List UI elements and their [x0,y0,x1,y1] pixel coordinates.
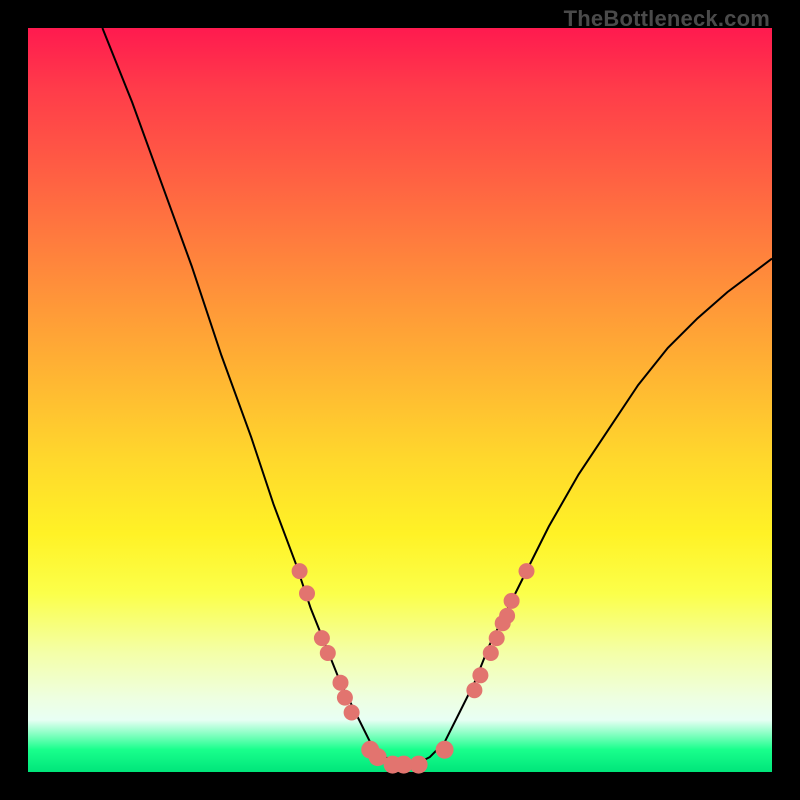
data-point [314,630,330,646]
data-point [410,756,428,774]
data-point [333,675,349,691]
data-point [320,645,336,661]
data-point [519,563,535,579]
data-point [337,690,353,706]
data-point [499,608,515,624]
data-point [344,705,360,721]
data-point [436,741,454,759]
data-point [466,682,482,698]
data-point [483,645,499,661]
data-point [472,667,488,683]
data-point [504,593,520,609]
chart-area [28,28,772,772]
marker-layer [292,563,535,774]
data-point [292,563,308,579]
watermark-text: TheBottleneck.com [564,6,770,32]
plot-svg [28,28,772,772]
data-point [299,585,315,601]
data-point [489,630,505,646]
bottleneck-curve [102,28,772,765]
